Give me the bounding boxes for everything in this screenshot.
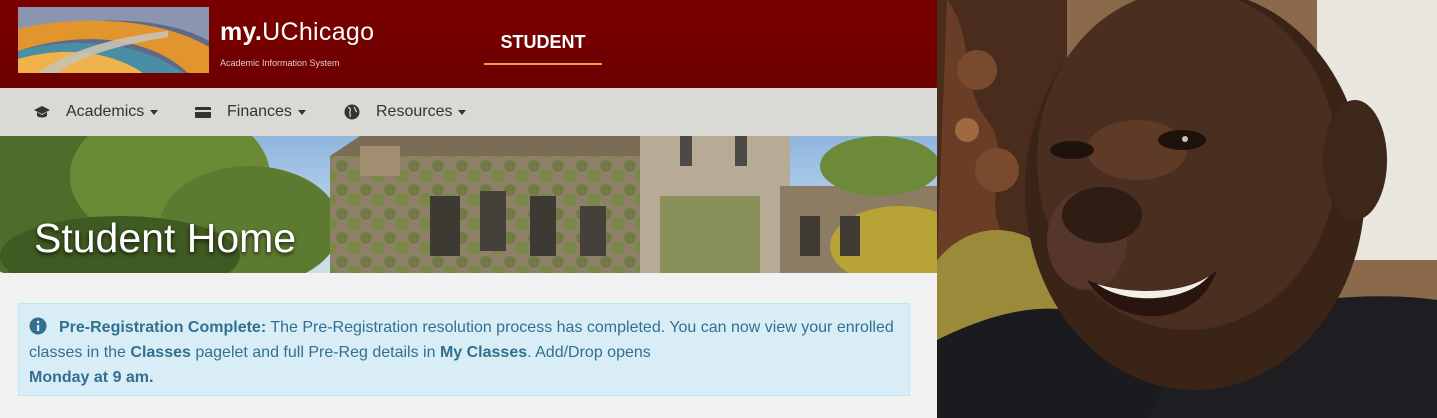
menu-academics-label: Academics [66,103,145,120]
my-classes-link[interactable]: My Classes [440,344,527,361]
menu-finances[interactable]: Finances [195,88,306,136]
tab-student[interactable]: STUDENT [484,32,602,65]
portal-header: my.UChicago Academic Information System … [0,0,937,88]
smiling-man-photo [937,0,1437,418]
main-menu-bar: Academics Finances Resources [0,88,937,136]
pre-registration-alert: Pre-Registration Complete: The Pre-Regis… [18,303,910,396]
classes-link[interactable]: Classes [130,344,191,361]
alert-emphasis: Monday at 9 am. [29,369,154,386]
info-circle-icon [29,317,47,335]
main-content: Pre-Registration Complete: The Pre-Regis… [0,273,937,418]
uchicago-logo[interactable] [18,7,209,73]
credit-card-icon [195,106,211,118]
portrait-image [937,0,1437,418]
brand-subtitle: Academic Information System [220,58,340,68]
brand-name: my.UChicago [220,18,375,46]
chevron-down-icon [150,109,159,115]
alert-heading: Pre-Registration Complete: [59,319,267,336]
student-portal-screenshot: my.UChicago Academic Information System … [0,0,937,418]
chevron-down-icon [297,109,306,115]
menu-resources-label: Resources [376,103,453,120]
alert-text-3: . Add/Drop opens [527,344,651,361]
menu-finances-label: Finances [227,103,292,120]
graduation-cap-icon [34,106,50,118]
globe-icon [344,104,360,120]
chevron-down-icon [458,109,467,115]
hero-banner: Student Home [0,136,937,273]
menu-academics[interactable]: Academics [34,88,159,136]
menu-resources[interactable]: Resources [344,88,467,136]
page-title: Student Home [34,215,297,261]
alert-text-2: pagelet and full Pre-Reg details in [195,344,436,361]
